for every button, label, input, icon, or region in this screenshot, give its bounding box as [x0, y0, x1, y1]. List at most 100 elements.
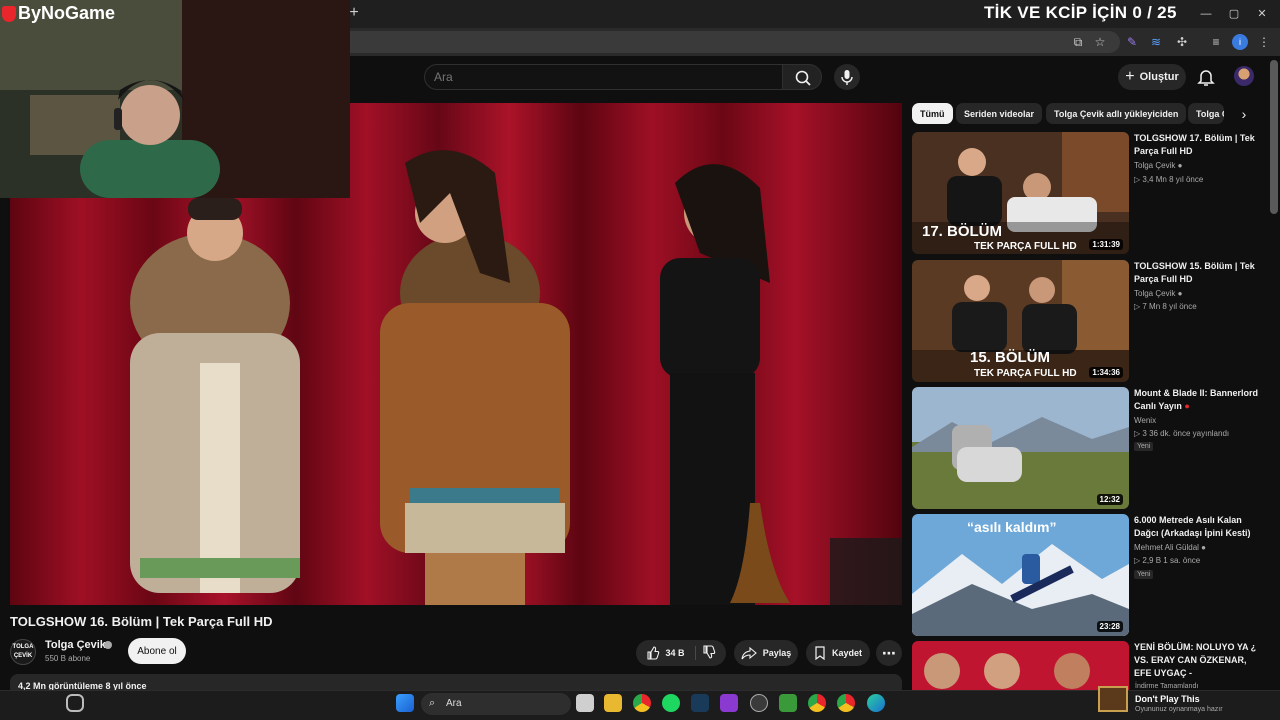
- address-bar[interactable]: [340, 31, 1120, 53]
- recommendation-meta: ▷ 3 36 dk. önce yayınlandı: [1134, 429, 1230, 438]
- webcam-image: [0, 0, 350, 198]
- account-avatar[interactable]: [1234, 66, 1254, 86]
- recommendation-channel[interactable]: Tolga Çevik ●: [1134, 161, 1182, 170]
- game-notification-icon: [1098, 686, 1128, 712]
- search-input[interactable]: [434, 68, 764, 86]
- chrome-profile-2-icon[interactable]: [837, 694, 855, 712]
- channel-avatar[interactable]: TOLGA ÇEVİK: [10, 639, 36, 665]
- thumbnail-text: 17. BÖLÜM: [922, 223, 1002, 240]
- recommendation-title[interactable]: TOLGSHOW 17. Bölüm | Tek Parça Full HD: [1134, 132, 1266, 158]
- bynogame-logo-mark: [2, 5, 16, 22]
- extension-waves-icon[interactable]: ≋: [1148, 34, 1164, 50]
- create-label: Oluştur: [1139, 71, 1179, 83]
- save-label: Kaydet: [831, 648, 862, 658]
- recommendation-thumbnail[interactable]: 15. BÖLÜM TEK PARÇA FULL HD 1:34:36: [912, 260, 1129, 382]
- recommendation-thumbnail[interactable]: [912, 641, 1129, 691]
- dislike-button[interactable]: [702, 645, 716, 661]
- new-badge: Yeni: [1134, 570, 1154, 579]
- search-icon: ⌕: [429, 697, 436, 709]
- chrome-profile-icon[interactable]: [808, 694, 826, 712]
- recommendation-thumbnail[interactable]: 17. BÖLÜM TEK PARÇA FULL HD 1:31:39: [912, 132, 1129, 254]
- kebab-menu-icon[interactable]: ⋮: [1256, 34, 1272, 50]
- notification-title: İndirme Tamamlandı: [1135, 683, 1199, 690]
- live-dot-icon: ●: [1184, 401, 1190, 411]
- thumbnail-image: [912, 641, 1129, 691]
- reading-list-icon[interactable]: ≡: [1208, 34, 1224, 50]
- edge-icon[interactable]: [867, 694, 885, 712]
- recommendation-channel[interactable]: Mehmet Ali Güldal ●: [1134, 543, 1206, 552]
- voice-search-button[interactable]: [834, 64, 860, 90]
- save-button[interactable]: Kaydet: [806, 640, 870, 666]
- subscriber-count: 550 B abone: [45, 654, 91, 663]
- recommendation-thumbnail[interactable]: 12:32: [912, 387, 1129, 509]
- thumbnail-image: 15. BÖLÜM TEK PARÇA FULL HD: [912, 260, 1129, 382]
- new-badge: Yeni: [1134, 442, 1154, 451]
- notification-game-name[interactable]: Don't Play This: [1135, 694, 1200, 704]
- plus-icon: +: [1125, 68, 1135, 85]
- notification-subtitle: Oyununuz oynanmaya hazır: [1135, 706, 1223, 713]
- verified-badge-icon: [104, 641, 112, 649]
- webcam-overlay: [0, 0, 350, 198]
- recommendation-channel[interactable]: Tolga Çevik ●: [1134, 289, 1182, 298]
- like-dislike-group: 34 B: [636, 640, 726, 666]
- thumbnail-text: 15. BÖLÜM: [970, 349, 1050, 366]
- taskbar-search-label: Ara: [446, 698, 462, 709]
- bynogame-logo: ByNoGame: [2, 3, 115, 24]
- thumbnail-image: [912, 387, 1129, 509]
- media-app-icon[interactable]: [720, 694, 738, 712]
- chip-tolga-cevik[interactable]: Tolga Ç: [1188, 103, 1224, 124]
- play-app-icon[interactable]: [779, 694, 797, 712]
- extensions-puzzle-icon[interactable]: ✣: [1174, 34, 1190, 50]
- recommendation-title[interactable]: Mount & Blade II: Bannerlord Canlı Yayın…: [1134, 387, 1266, 413]
- instagram-icon[interactable]: [66, 694, 84, 712]
- extension-pen-icon[interactable]: ✎: [1124, 34, 1140, 50]
- duration-badge: 1:31:39: [1089, 239, 1123, 250]
- install-app-icon[interactable]: ⧉: [1070, 34, 1086, 50]
- stream-overlay-title: TİK VE KCİP İÇİN 0 / 25: [984, 3, 1177, 22]
- bookmark-star-icon[interactable]: ☆: [1092, 34, 1108, 50]
- thumbnail-image: 17. BÖLÜM TEK PARÇA FULL HD: [912, 132, 1129, 254]
- channel-name[interactable]: Tolga Çevik: [45, 639, 106, 651]
- profile-icon[interactable]: i: [1232, 34, 1248, 50]
- recommendation-channel[interactable]: Wenix: [1134, 416, 1156, 425]
- more-actions-icon[interactable]: ⋯: [876, 640, 902, 666]
- maximize-icon[interactable]: ▢: [1226, 6, 1242, 22]
- windows-start-icon[interactable]: [396, 694, 414, 712]
- video-title: TOLGSHOW 16. Bölüm | Tek Parça Full HD: [10, 614, 273, 629]
- chip-all[interactable]: Tümü: [912, 103, 953, 124]
- recommendation-meta: ▷ 2,9 B 1 sa. önce: [1134, 556, 1201, 565]
- thumbnail-text: TEK PARÇA FULL HD: [974, 368, 1077, 379]
- thumbnail-text: TEK PARÇA FULL HD: [974, 241, 1077, 252]
- duration-badge: 23:28: [1096, 621, 1123, 632]
- recommendation-title[interactable]: TOLGSHOW 15. Bölüm | Tek Parça Full HD: [1134, 260, 1266, 286]
- recommendation-thumbnail[interactable]: “asılı kaldım” 23:28: [912, 514, 1129, 636]
- bookmark-icon: [815, 646, 825, 660]
- recommendation-title[interactable]: 6.000 Metrede Asılı Kalan Dağcı (Arkadaş…: [1134, 514, 1266, 540]
- share-label: Paylaş: [762, 648, 792, 658]
- recommendation-title[interactable]: YENİ BÖLÜM: NOLUYO YA ¿ VS. ERAY CAN ÖZK…: [1134, 641, 1266, 680]
- chrome-icon[interactable]: [633, 694, 651, 712]
- duration-badge: 1:34:36: [1089, 367, 1123, 378]
- like-button[interactable]: 34 B: [646, 646, 696, 660]
- chevron-right-icon[interactable]: ›: [1234, 104, 1254, 124]
- obs-icon[interactable]: [750, 694, 768, 712]
- steam-icon[interactable]: [691, 694, 709, 712]
- spotify-icon[interactable]: [662, 694, 680, 712]
- task-view-icon[interactable]: [576, 694, 594, 712]
- duration-badge: 12:32: [1096, 494, 1123, 505]
- thumbs-down-icon: [702, 645, 715, 659]
- search-button[interactable]: [782, 64, 822, 90]
- create-button[interactable]: + Oluştur: [1118, 64, 1186, 90]
- share-button[interactable]: Paylaş: [734, 640, 798, 666]
- page-scrollbar[interactable]: [1270, 60, 1278, 214]
- search-icon: [795, 70, 811, 86]
- taskbar-search[interactable]: [421, 693, 571, 715]
- subscribe-button[interactable]: Abone ol: [128, 638, 186, 664]
- minimize-icon[interactable]: —: [1198, 6, 1214, 22]
- chip-from-uploader[interactable]: Tolga Çevik adlı yükleyiciden: [1046, 103, 1187, 124]
- file-explorer-icon[interactable]: [604, 694, 622, 712]
- chip-series-videos[interactable]: Seriden videolar: [956, 103, 1043, 124]
- close-icon[interactable]: ✕: [1254, 6, 1270, 22]
- notifications-bell-icon[interactable]: [1196, 66, 1216, 88]
- recommendation-meta: ▷ 7 Mn 8 yıl önce: [1134, 302, 1197, 311]
